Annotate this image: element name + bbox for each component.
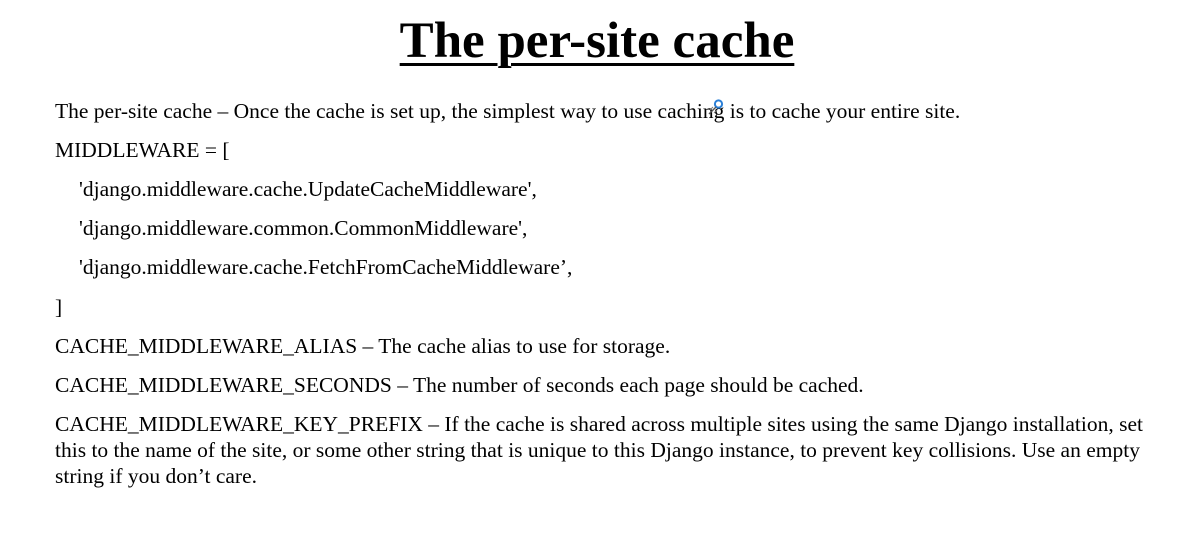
setting-key-prefix: CACHE_MIDDLEWARE_KEY_PREFIX – If the cac… (55, 412, 1143, 488)
middleware-entry-common: 'django.middleware.common.CommonMiddlewa… (79, 216, 528, 240)
middleware-entry-fetch-from-cache: 'django.middleware.cache.FetchFromCacheM… (79, 255, 573, 279)
setting-seconds: CACHE_MIDDLEWARE_SECONDS – The number of… (55, 373, 864, 397)
pen-cursor-icon (706, 98, 726, 118)
middleware-open-line: MIDDLEWARE = [ (55, 138, 230, 162)
page-title: The per-site cache (399, 13, 795, 69)
middleware-close-line: ] (55, 295, 63, 319)
middleware-entry-update-cache: 'django.middleware.cache.UpdateCacheMidd… (79, 177, 537, 201)
document-page: The per-site cache The per-site cache – … (0, 0, 1180, 548)
intro-paragraph: The per-site cache – Once the cache is s… (55, 99, 961, 123)
setting-alias: CACHE_MIDDLEWARE_ALIAS – The cache alias… (55, 334, 671, 358)
